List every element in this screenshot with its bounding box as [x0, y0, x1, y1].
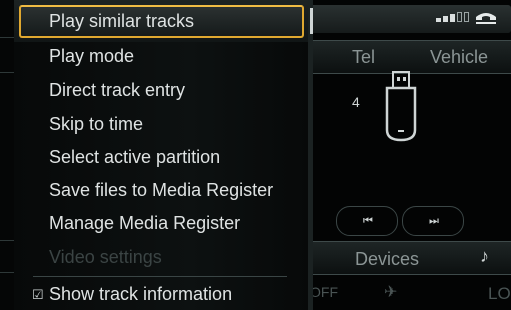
- menu-item-direct-track-entry[interactable]: Direct track entry: [14, 74, 308, 107]
- menu-item-select-active-partition[interactable]: Select active partition: [14, 141, 308, 174]
- devices-bar: Devices ♪: [310, 241, 511, 275]
- signal-strength-icon: [436, 12, 469, 22]
- options-menu: Play similar tracks Play mode Direct tra…: [14, 0, 310, 310]
- fan-icon: ✈: [384, 284, 398, 301]
- menu-item-manage-media-register[interactable]: Manage Media Register: [14, 207, 308, 240]
- edge-divider: [0, 240, 14, 241]
- menu-item-label: Direct track entry: [49, 80, 186, 100]
- phone-icon: [476, 13, 496, 24]
- menu-divider: [33, 276, 287, 277]
- media-background-panel: Tel Vehicle 4 ⏮ ⏭ Devices ♪ OFF ✈ LO: [300, 0, 511, 310]
- tab-tel[interactable]: Tel: [352, 47, 375, 68]
- menu-item-label: Play mode: [49, 46, 135, 66]
- menu-item-label: Manage Media Register: [49, 213, 241, 233]
- menu-item-show-track-information[interactable]: ☑ Show track information: [14, 278, 308, 310]
- temperature-label: LO: [488, 284, 511, 303]
- checkbox-checked-icon[interactable]: ☑: [32, 278, 44, 310]
- edge-divider: [0, 272, 14, 273]
- menu-scrollbar-thumb[interactable]: [310, 8, 313, 34]
- track-number: 4: [352, 94, 360, 110]
- menu-item-skip-to-time[interactable]: Skip to time: [14, 108, 308, 141]
- playback-controls: ⏮ ⏭: [336, 206, 464, 236]
- source-tabs: Tel Vehicle: [310, 40, 511, 74]
- menu-item-label: Select active partition: [49, 147, 221, 167]
- edge-divider: [0, 37, 14, 38]
- menu-item-video-settings: Video settings: [14, 241, 308, 274]
- previous-track-button[interactable]: ⏮: [336, 206, 398, 236]
- menu-scrollbar-track[interactable]: [310, 0, 313, 310]
- infotainment-screen: Tel Vehicle 4 ⏮ ⏭ Devices ♪ OFF ✈ LO Pla…: [0, 0, 511, 310]
- menu-item-label: Play similar tracks: [49, 11, 195, 31]
- menu-item-label: Show track information: [49, 284, 233, 304]
- next-track-button[interactable]: ⏭: [402, 206, 464, 236]
- climate-bar: OFF ✈ LO: [310, 276, 511, 310]
- menu-item-save-files-to-media-register[interactable]: Save files to Media Register: [14, 174, 308, 207]
- menu-item-label: Save files to Media Register: [49, 180, 274, 200]
- climate-off-label: OFF: [310, 284, 338, 300]
- menu-item-play-mode[interactable]: Play mode: [14, 40, 308, 73]
- devices-label[interactable]: Devices: [355, 249, 419, 270]
- menu-item-label: Video settings: [49, 247, 162, 267]
- tab-vehicle[interactable]: Vehicle: [430, 47, 488, 68]
- usb-drive-icon: [385, 71, 417, 142]
- edge-divider: [0, 72, 14, 73]
- menu-item-play-similar-tracks[interactable]: Play similar tracks: [14, 0, 308, 42]
- music-note-icon[interactable]: ♪: [480, 246, 489, 267]
- menu-item-label: Skip to time: [49, 114, 144, 134]
